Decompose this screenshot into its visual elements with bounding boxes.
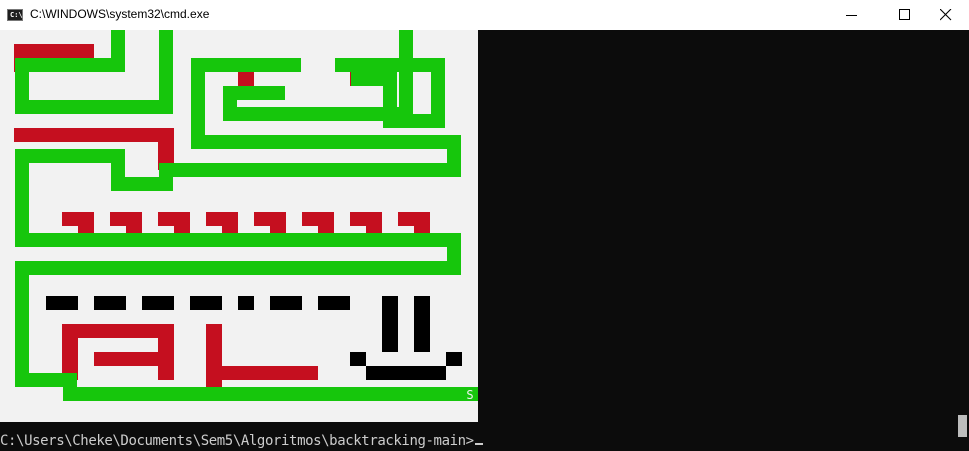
cmd-icon: C:\ [7, 9, 23, 21]
window-title: C:\WINDOWS\system32\cmd.exe [30, 7, 210, 21]
prompt-text: C:\Users\Cheke\Documents\Sem5\Algoritmos… [0, 433, 474, 449]
close-icon [940, 9, 952, 21]
text-cursor [474, 443, 483, 445]
cmd-icon-label: C:\ [10, 11, 23, 19]
maze-canvas: S [0, 30, 478, 422]
title-bar[interactable]: C:\ C:\WINDOWS\system32\cmd.exe [0, 0, 969, 30]
minimize-icon [846, 15, 857, 16]
scrollbar-thumb[interactable] [958, 415, 967, 437]
close-button[interactable] [923, 0, 969, 30]
exit-marker: S [466, 388, 473, 402]
minimize-button[interactable] [829, 0, 875, 30]
maximize-icon [899, 9, 910, 20]
maximize-button[interactable] [882, 0, 928, 30]
command-prompt[interactable]: C:\Users\Cheke\Documents\Sem5\Algoritmos… [0, 433, 483, 450]
